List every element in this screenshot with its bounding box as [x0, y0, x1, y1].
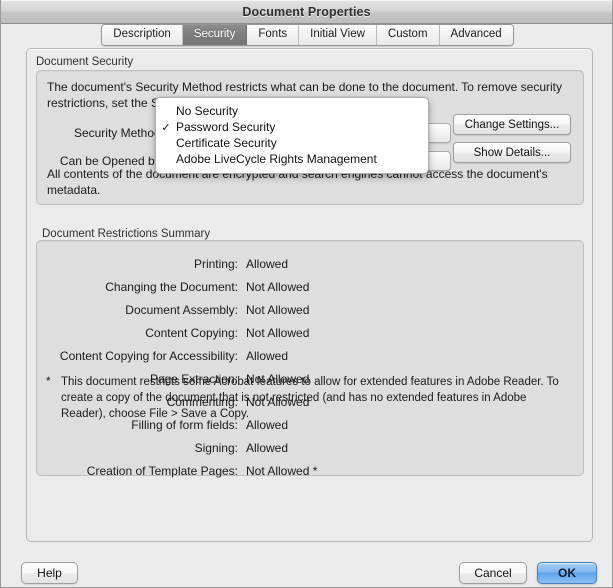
footnote-marker: *	[46, 376, 51, 388]
menu-item-adobe-livecycle-rights-management[interactable]: Adobe LiveCycle Rights Management	[156, 151, 428, 167]
document-properties-window: Document Properties Description Security F…	[0, 0, 613, 588]
tab-custom[interactable]: Custom	[376, 25, 440, 45]
restriction-value: Not Allowed	[246, 302, 310, 317]
tab-initial-view[interactable]: Initial View	[299, 25, 377, 45]
tab-label: Fonts	[258, 28, 288, 41]
security-method-label: Security Method:	[73, 126, 164, 140]
restriction-row: Content Copying for Accessibility: Allowe…	[37, 344, 583, 367]
checkmark-icon: ✓	[161, 121, 171, 134]
help-button[interactable]: Help	[21, 562, 78, 584]
change-settings-button[interactable]: Change Settings...	[453, 114, 571, 135]
tab-description[interactable]: Description	[102, 25, 183, 45]
menu-item-certificate-security[interactable]: Certificate Security	[156, 135, 428, 151]
restrictions-group-title: Document Restrictions Summary	[42, 228, 211, 240]
tab-label: Advanced	[450, 28, 502, 41]
restrictions-footnote: * This document restricts some Acrobat f…	[46, 374, 574, 422]
restriction-label: Signing:	[194, 440, 238, 455]
restriction-row: Creation of Template Pages: Not Allowed *	[37, 459, 583, 482]
document-security-group-title: Document Security	[36, 56, 134, 68]
restriction-value: Not Allowed	[246, 325, 310, 340]
restriction-label: Creation of Template Pages:	[86, 463, 238, 478]
ok-button[interactable]: OK	[537, 562, 597, 584]
menu-item-no-security[interactable]: No Security	[156, 103, 428, 119]
tabbar-container: Description Security Fonts Initial View Cust…	[1, 24, 612, 50]
window-title: Document Properties	[242, 4, 371, 19]
restriction-row: Printing: Allowed	[37, 252, 583, 275]
security-method-dropdown-menu[interactable]: No Security ✓ Password Security Certificate…	[155, 97, 429, 174]
tabbar: Description Security Fonts Initial View Cust…	[101, 24, 514, 46]
tab-security[interactable]: Security	[182, 25, 248, 45]
restriction-row: Signing: Allowed	[37, 436, 583, 459]
restriction-value: Not Allowed	[246, 279, 310, 294]
window-titlebar: Document Properties	[1, 0, 612, 24]
footnote-text: This document restricts some Acrobat fea…	[61, 376, 559, 420]
restriction-row: Content Copying: Not Allowed	[37, 321, 583, 344]
tab-label: Custom	[387, 28, 428, 41]
menu-item-label: Certificate Security	[176, 136, 277, 150]
restrictions-list: Printing: Allowed Changing the Document: No…	[37, 252, 583, 482]
restriction-value: Allowed	[246, 256, 289, 271]
cancel-button[interactable]: Cancel	[459, 562, 527, 584]
restriction-value: Allowed	[246, 440, 289, 455]
tab-label: Security	[193, 28, 236, 41]
menu-item-label: No Security	[176, 104, 239, 118]
restriction-value: Not Allowed *	[246, 463, 318, 478]
restriction-label: Content Copying:	[145, 325, 238, 340]
restriction-row: Document Assembly: Not Allowed	[37, 298, 583, 321]
menu-item-label: Password Security	[176, 120, 276, 134]
restriction-label: Changing the Document:	[105, 279, 238, 294]
tab-fonts[interactable]: Fonts	[247, 25, 300, 45]
tab-label: Description	[113, 28, 171, 41]
restriction-label: Printing:	[193, 256, 238, 271]
restriction-label: Content Copying for Accessibility:	[59, 348, 238, 363]
tab-advanced[interactable]: Advanced	[439, 25, 513, 45]
show-details-button[interactable]: Show Details...	[453, 142, 571, 163]
document-restrictions-box: Printing: Allowed Changing the Document: No…	[36, 240, 584, 478]
restriction-value: Allowed	[246, 348, 289, 363]
menu-item-label: Adobe LiveCycle Rights Management	[176, 152, 377, 166]
restriction-label: Document Assembly:	[125, 302, 238, 317]
menu-item-password-security[interactable]: ✓ Password Security	[156, 119, 428, 135]
tab-label: Initial View	[310, 28, 365, 41]
restriction-row: Changing the Document: Not Allowed	[37, 275, 583, 298]
